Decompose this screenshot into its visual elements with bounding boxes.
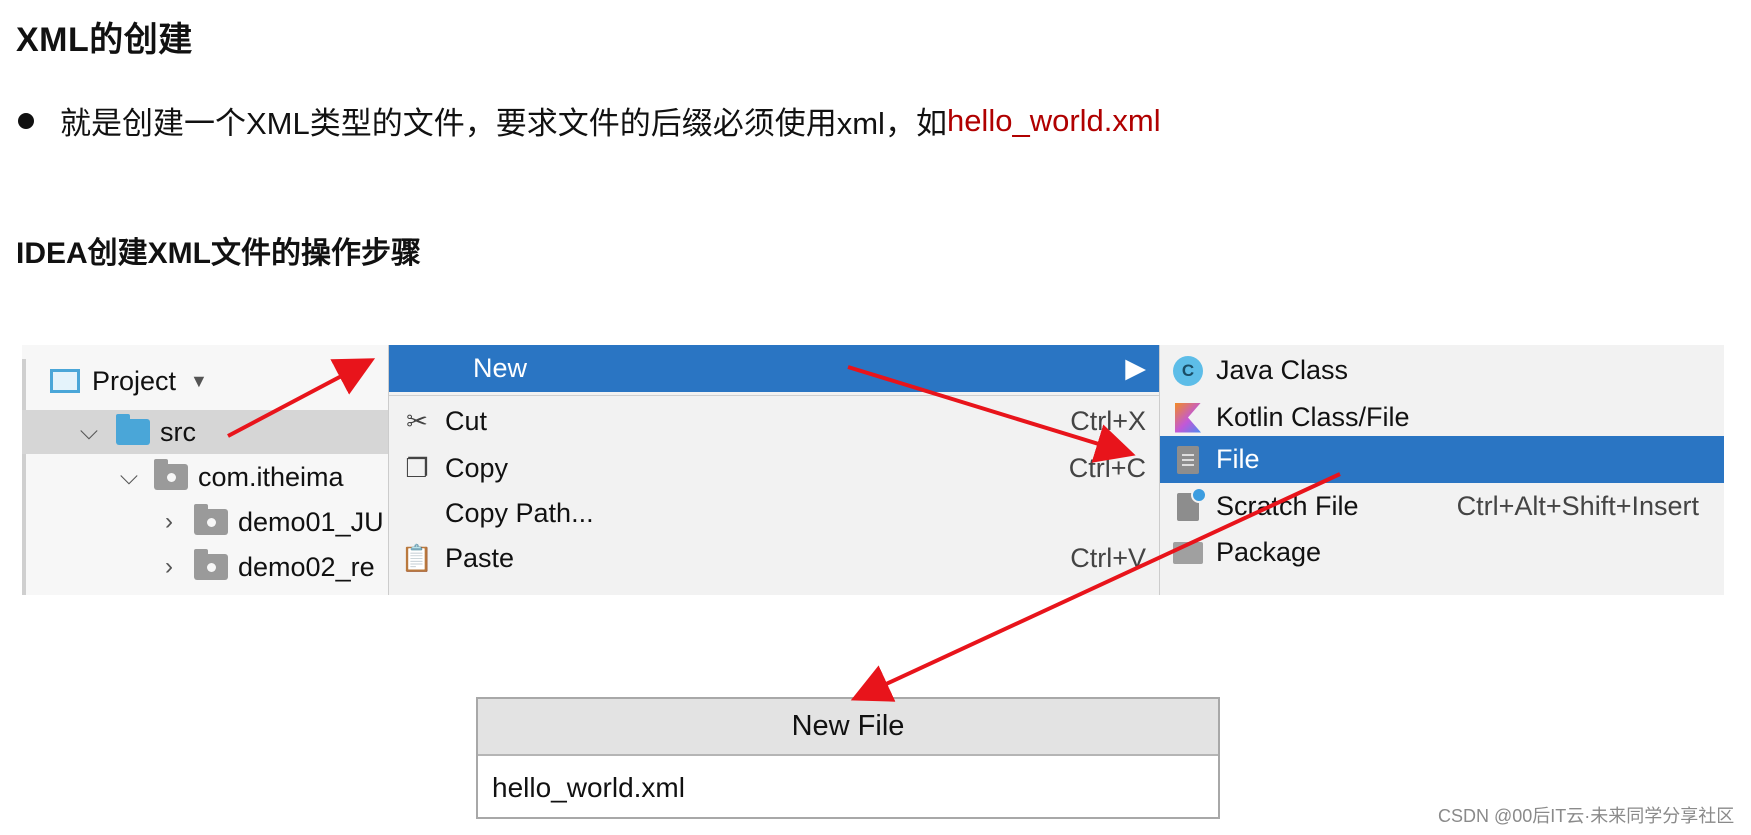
package-folder-icon (154, 459, 188, 490)
tree-item-demo01[interactable]: › demo01_JU (22, 500, 384, 544)
shortcut-label: Ctrl+X (1070, 406, 1146, 436)
section-heading: IDEA创建XML文件的操作步骤 (16, 237, 421, 270)
submenu-item-scratch-file[interactable]: Scratch File Ctrl+Alt+Shift+Insert (1160, 483, 1724, 530)
filename-highlight: hello_world.xml (946, 102, 1161, 138)
package-folder-icon (194, 549, 228, 580)
package-icon (1173, 541, 1203, 564)
chevron-right-icon[interactable]: › (154, 553, 184, 581)
submenu-item-java-class[interactable]: C Java Class (1160, 347, 1724, 394)
bullet-icon (18, 112, 34, 129)
menu-item-label: Cut (445, 406, 488, 436)
watermark: CSDN @00后IT云·未来同学分享社区 (1438, 806, 1735, 826)
menu-item-paste[interactable]: 📋 Paste Ctrl+V (389, 535, 1160, 582)
project-panel: Project ▼ ⌵ src ⌵ com.itheima › demo01_J… (22, 345, 388, 595)
menu-item-label: Paste (445, 543, 515, 573)
submenu-item-file[interactable]: File (1160, 436, 1724, 483)
dropdown-icon: ▼ (190, 370, 208, 391)
chevron-right-icon[interactable]: › (154, 508, 184, 536)
menu-item-new[interactable]: New ▶ (389, 345, 1160, 392)
shortcut-label: Ctrl+C (1068, 453, 1146, 483)
menu-item-label: Copy (445, 453, 509, 483)
ide-screenshot: Project ▼ ⌵ src ⌵ com.itheima › demo01_J… (22, 345, 1724, 595)
scratch-file-icon (1177, 486, 1207, 521)
folder-icon (116, 414, 150, 445)
tree-item-package[interactable]: ⌵ com.itheima (22, 455, 344, 499)
copy-icon: ❐ (405, 453, 429, 483)
menu-item-label: New (473, 353, 528, 383)
context-menu: New ▶ ✂ Cut Ctrl+X ❐ Copy Ctrl+C Copy Pa… (388, 345, 1160, 595)
kotlin-icon (1175, 402, 1201, 433)
submenu-item-label: File (1216, 444, 1260, 474)
tree-item-label: com.itheima (198, 461, 344, 492)
dialog-title: New File (478, 699, 1218, 756)
submenu-item-label: Kotlin Class/File (1216, 402, 1410, 432)
project-icon (50, 369, 80, 393)
submenu-item-label: Scratch File (1216, 491, 1359, 521)
project-header[interactable]: Project ▼ (50, 359, 208, 403)
tree-item-label: demo01_JU (238, 506, 384, 537)
clipboard-icon: 📋 (400, 543, 434, 573)
filename-input[interactable]: hello_world.xml (478, 756, 1218, 819)
menu-item-label: Copy Path... (445, 498, 594, 528)
file-icon (1177, 445, 1199, 474)
chevron-down-icon[interactable]: ⌵ (114, 463, 144, 491)
menu-item-copy[interactable]: ❐ Copy Ctrl+C (389, 445, 1160, 492)
submenu-item-label: Package (1216, 537, 1322, 567)
new-submenu: C Java Class Kotlin Class/File File Scra… (1159, 345, 1724, 595)
chevron-down-icon[interactable]: ⌵ (74, 418, 104, 446)
bullet-point: 就是创建一个XML类型的文件，要求文件的后缀必须使用xml，如 hello_wor… (16, 98, 1161, 143)
menu-separator (389, 395, 1160, 396)
submenu-item-label: Java Class (1216, 355, 1349, 385)
submenu-item-package[interactable]: Package (1160, 529, 1724, 576)
page-title: XML的创建 (16, 21, 193, 59)
java-class-icon: C (1173, 355, 1203, 386)
tree-item-src[interactable]: ⌵ src (22, 410, 388, 454)
shortcut-label: Ctrl+V (1070, 543, 1146, 573)
new-file-dialog: New File hello_world.xml (476, 697, 1220, 819)
tree-item-label: demo02_re (238, 551, 375, 582)
project-header-label: Project (92, 365, 177, 396)
menu-item-cut[interactable]: ✂ Cut Ctrl+X (389, 398, 1160, 445)
submenu-item-kotlin[interactable]: Kotlin Class/File (1160, 394, 1724, 441)
menu-item-copy-path[interactable]: Copy Path... (389, 490, 1160, 537)
package-folder-icon (194, 504, 228, 535)
bullet-text: 就是创建一个XML类型的文件，要求文件的后缀必须使用xml，如 (60, 106, 947, 141)
submenu-arrow-icon: ▶ (1125, 353, 1146, 383)
tree-item-label: src (160, 416, 196, 447)
tree-item-demo02[interactable]: › demo02_re (22, 545, 375, 589)
shortcut-label: Ctrl+Alt+Shift+Insert (1456, 491, 1699, 521)
scissors-icon: ✂ (406, 406, 428, 436)
